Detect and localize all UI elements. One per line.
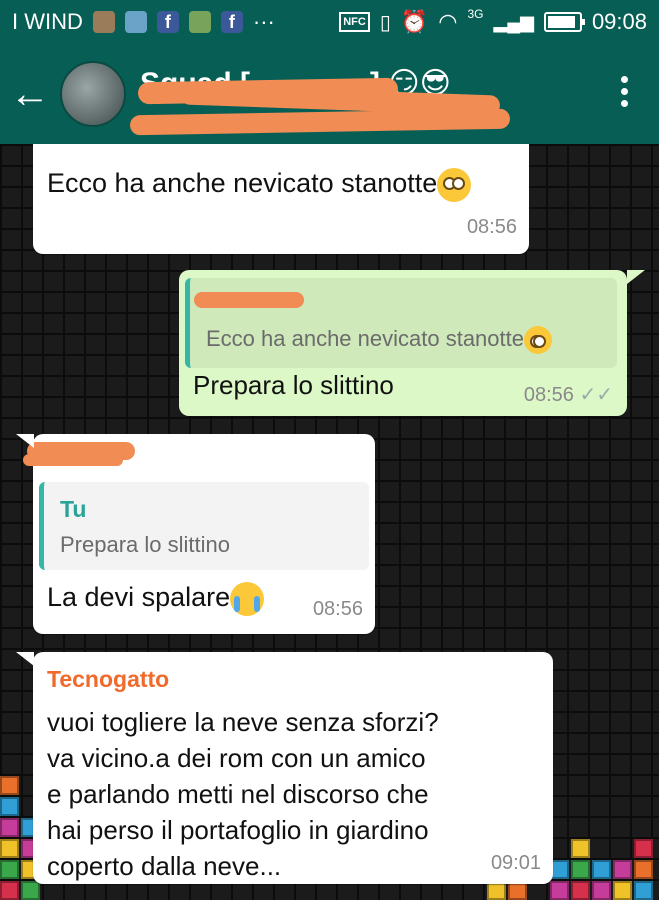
wallpaper-block (613, 881, 632, 900)
app-notification-icon (92, 11, 115, 33)
browser-notification-icon (124, 11, 147, 33)
quoted-author: Tu (60, 496, 87, 522)
wallpaper-block (613, 860, 632, 879)
alarm-icon: ⏰ (400, 9, 429, 34)
sender-name[interactable]: Tecnogatto (47, 666, 169, 693)
wallpaper-block (592, 881, 611, 900)
wallpaper-block (21, 881, 40, 900)
message-text: Ecco ha anche nevicato stanotte (47, 168, 472, 202)
message-time: 08:56 ✓✓ (523, 384, 613, 406)
message-bubble[interactable]: Tu Prepara lo slittino La devi spalare 0… (23, 434, 375, 634)
wallpaper-block (0, 881, 19, 900)
message-line: vuoi togliere la neve senza sforzi? (47, 707, 439, 737)
bubble-tail (627, 270, 645, 284)
more-vert-icon[interactable] (621, 76, 629, 107)
facebook-icon: f (156, 11, 179, 33)
message-time: 09:01 (490, 852, 541, 874)
message-line: coperto dalla neve... (47, 851, 282, 881)
message-time: 08:56 (466, 216, 517, 238)
bubble-tail (16, 652, 34, 666)
chat-area[interactable]: Ecco ha anche nevicato stanotte 08:56 Ec… (0, 144, 659, 900)
back-arrow-icon[interactable]: ← (0, 72, 60, 117)
message-line: hai perso il portafoglio in giardino (47, 815, 429, 845)
wallpaper-block (550, 881, 569, 900)
group-avatar[interactable] (60, 61, 126, 127)
loudly-crying-face-icon (230, 582, 265, 616)
battery-icon (543, 12, 585, 32)
message-bubble[interactable]: Tecnogatto vuoi togliere la neve senza s… (33, 652, 553, 884)
quoted-message[interactable]: Tu Prepara lo slittino (39, 482, 369, 570)
message-line: e parlando metti nel discorso che (47, 779, 429, 809)
wifi-icon: ◠ (438, 9, 458, 34)
redaction-scribble (23, 454, 123, 466)
wallpaper-block (634, 839, 653, 858)
redaction-scribble (194, 292, 304, 308)
message-text: La devi spalare (47, 582, 265, 616)
message-bubble[interactable]: Ecco ha anche nevicato stanotte 08:56 (33, 144, 529, 254)
wallpaper-block (571, 860, 590, 879)
quoted-text: Ecco ha anche nevicato stanotte (206, 326, 552, 355)
signal-icon: ▂▄▆ (493, 11, 534, 32)
chat-title-area[interactable]: Squad [] 😏😎 (129, 54, 570, 136)
wallpaper-block (0, 776, 19, 795)
vibrate-icon: ▯ (379, 11, 391, 34)
clock: 09:08 (591, 9, 647, 34)
wallpaper-block (634, 881, 653, 900)
message-line: va vicino.a dei rom con un amico (47, 743, 426, 773)
face-with-rolling-eyes-icon (437, 168, 472, 202)
message-time: 08:56 (312, 598, 363, 620)
quoted-text: Prepara lo slittino (60, 532, 230, 557)
message-text: vuoi togliere la neve senza sforzi? va v… (47, 704, 439, 884)
bubble-tail (16, 434, 34, 448)
double-check-icon: ✓✓ (579, 384, 613, 406)
more-notifications-icon: ··· (252, 9, 275, 34)
wallpaper-block (571, 839, 590, 858)
message-text: Prepara lo slittino (193, 370, 394, 400)
redaction-scribble (129, 108, 511, 136)
cleaner-icon (188, 11, 211, 33)
wallpaper-block (0, 839, 19, 858)
chat-header: ← Squad [] 😏😎 (0, 44, 659, 144)
nfc-icon: NFC (339, 12, 370, 32)
wallpaper-block (592, 860, 611, 879)
quoted-message[interactable]: Ecco ha anche nevicato stanotte (185, 278, 617, 368)
wallpaper-block (571, 881, 590, 900)
wallpaper-block (0, 797, 19, 816)
facebook-icon: f (220, 11, 243, 33)
face-with-rolling-eyes-icon (524, 326, 552, 355)
status-bar: I WIND f f ··· NFC ▯ ⏰ ◠ 3G ▂▄▆ 09:08 (0, 0, 659, 44)
wallpaper-block (0, 860, 19, 879)
network-type-label: 3G (467, 7, 484, 21)
wallpaper-block (634, 860, 653, 879)
wallpaper-block (0, 818, 19, 837)
message-bubble[interactable]: Ecco ha anche nevicato stanotte Prepara … (179, 270, 627, 416)
carrier-label: I WIND (12, 9, 83, 34)
